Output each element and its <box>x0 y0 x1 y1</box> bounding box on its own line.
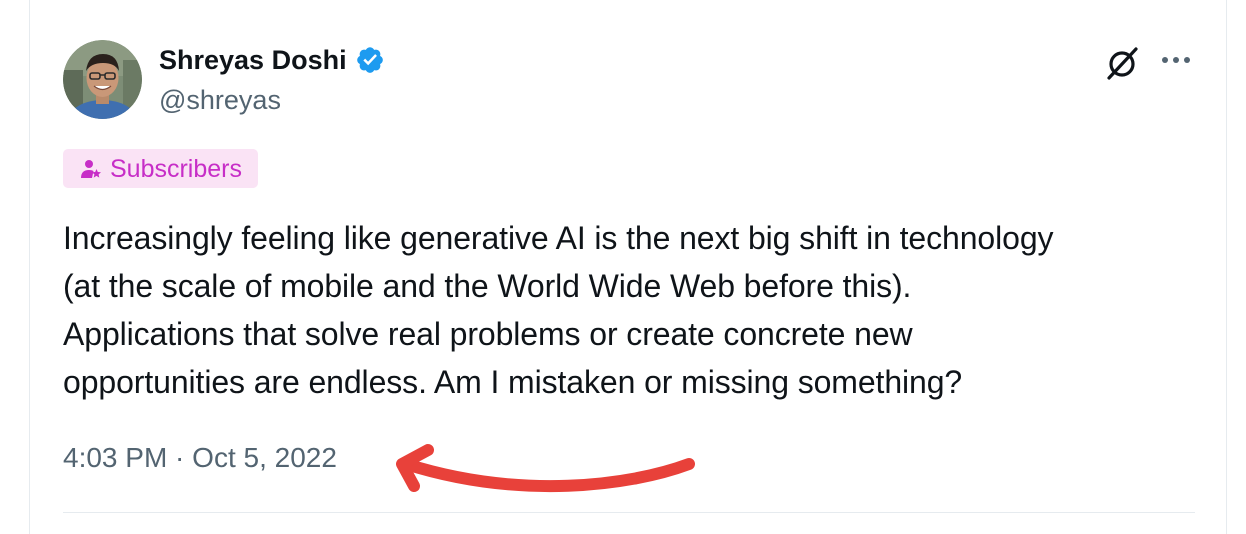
more-horizontal-icon[interactable] <box>1159 48 1193 72</box>
profile-photo <box>63 40 142 119</box>
author-name-row[interactable]: Shreyas Doshi <box>159 44 385 76</box>
tweet-text-line: (at the scale of mobile and the World Wi… <box>63 268 912 304</box>
grok-icon[interactable] <box>1103 44 1141 82</box>
subscribers-badge[interactable]: Subscribers <box>63 149 258 188</box>
author-handle[interactable]: @shreyas <box>159 84 281 116</box>
tweet-text-line: Increasingly feeling like generative AI … <box>63 220 1054 256</box>
subscriber-star-icon <box>81 159 101 178</box>
subscribers-label: Subscribers <box>110 154 242 183</box>
red-arrow-annotation <box>396 444 695 493</box>
verified-badge-icon <box>356 47 383 73</box>
author-name[interactable]: Shreyas Doshi <box>159 44 347 76</box>
divider <box>63 512 1195 513</box>
tweet-text: Increasingly feeling like generative AI … <box>63 214 1193 406</box>
tweet-text-line: Applications that solve real problems or… <box>63 316 913 352</box>
tweet-timestamp[interactable]: 4:03 PM · Oct 5, 2022 <box>63 441 337 475</box>
tweet-card: Shreyas Doshi @shreyas Subscribers Incre… <box>29 0 1227 534</box>
tweet-text-line: opportunities are endless. Am I mistaken… <box>63 364 963 400</box>
avatar[interactable] <box>63 40 142 119</box>
